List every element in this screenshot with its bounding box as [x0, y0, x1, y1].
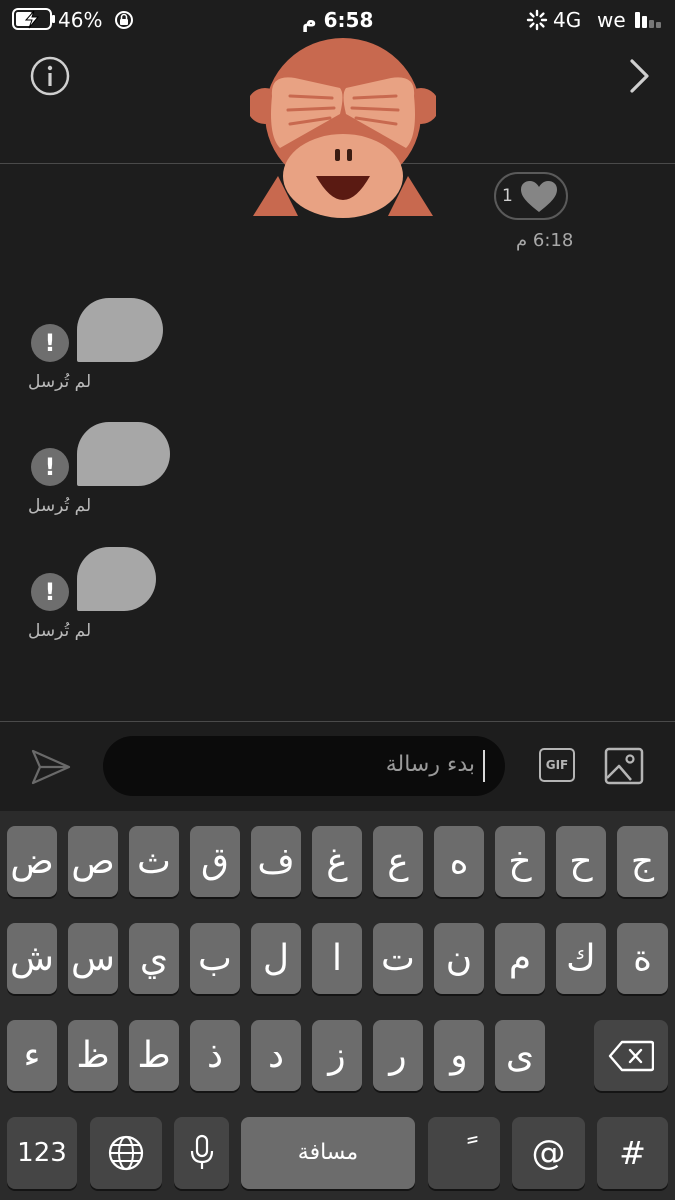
key[interactable]: ف: [251, 826, 301, 897]
key[interactable]: ك: [556, 923, 606, 994]
key[interactable]: ع: [373, 826, 423, 897]
chevron-right-icon: [630, 59, 649, 93]
battery-percent: 46%: [58, 8, 103, 32]
key[interactable]: ل: [251, 923, 301, 994]
globe-key[interactable]: [90, 1117, 162, 1189]
gif-icon: GIF: [539, 748, 575, 782]
not-sent-label: لم تُرسل: [28, 372, 92, 392]
text-caret: [483, 750, 485, 782]
message-bubble: [77, 422, 170, 486]
warning-icon[interactable]: !: [31, 324, 69, 362]
key[interactable]: ب: [190, 923, 240, 994]
image-icon: [604, 747, 644, 785]
key[interactable]: ق: [190, 826, 240, 897]
delete-key[interactable]: [594, 1020, 668, 1091]
clock: 6:58 م: [302, 8, 374, 32]
unsent-message[interactable]: ! لم تُرسل: [0, 545, 200, 645]
key[interactable]: ر: [373, 1020, 423, 1091]
key[interactable]: ة: [617, 923, 668, 994]
key[interactable]: ي: [129, 923, 179, 994]
image-button[interactable]: [604, 746, 644, 786]
info-button[interactable]: [30, 56, 70, 96]
message-time: 6:18 م: [516, 230, 574, 251]
key[interactable]: د: [251, 1020, 301, 1091]
dictation-key[interactable]: [174, 1117, 229, 1189]
send-button[interactable]: [30, 746, 72, 788]
key[interactable]: ن: [434, 923, 484, 994]
key[interactable]: ح: [556, 826, 606, 897]
diacritic-key[interactable]: ً: [428, 1117, 500, 1189]
unsent-message[interactable]: ! لم تُرسل: [0, 296, 200, 396]
key[interactable]: س: [68, 923, 118, 994]
signal-icon: [635, 12, 661, 28]
unsent-message[interactable]: ! لم تُرسل: [0, 420, 200, 520]
orientation-lock-icon: [115, 11, 133, 29]
message-bubble: [77, 298, 163, 362]
key[interactable]: ه: [434, 826, 484, 897]
key[interactable]: ا: [312, 923, 362, 994]
key[interactable]: ص: [68, 826, 118, 897]
battery-charging-icon: [12, 8, 55, 30]
message-input[interactable]: بدء رسالة: [103, 736, 505, 796]
key[interactable]: خ: [495, 826, 545, 897]
message-placeholder: بدء رسالة: [385, 752, 475, 777]
hash-key[interactable]: #: [597, 1117, 668, 1189]
key[interactable]: ث: [129, 826, 179, 897]
numbers-key[interactable]: 123: [7, 1117, 77, 1189]
key[interactable]: غ: [312, 826, 362, 897]
key[interactable]: ى: [495, 1020, 545, 1091]
message-bubble: [77, 547, 156, 611]
reaction-count: 1: [502, 186, 513, 206]
key[interactable]: ذ: [190, 1020, 240, 1091]
gif-button[interactable]: GIF: [537, 746, 577, 786]
heart-icon: [521, 181, 557, 212]
key[interactable]: ء: [7, 1020, 57, 1091]
send-icon: [31, 749, 71, 785]
key[interactable]: ض: [7, 826, 57, 897]
key[interactable]: ت: [373, 923, 423, 994]
status-bar: 46% 6:58 م 4G we: [0, 0, 675, 40]
tanween-key-label: ً: [428, 1117, 500, 1189]
key[interactable]: ز: [312, 1020, 362, 1091]
key[interactable]: ش: [7, 923, 57, 994]
globe-icon: [108, 1135, 144, 1171]
warning-icon[interactable]: !: [31, 573, 69, 611]
not-sent-label: لم تُرسل: [28, 496, 92, 516]
key[interactable]: و: [434, 1020, 484, 1091]
network-type: 4G: [553, 8, 582, 32]
activity-spinner-icon: [526, 9, 548, 31]
carrier-name: we: [597, 8, 626, 32]
space-key[interactable]: مسافة: [241, 1117, 415, 1189]
key[interactable]: م: [495, 923, 545, 994]
at-key[interactable]: @: [512, 1117, 585, 1189]
microphone-icon: [190, 1134, 213, 1169]
backspace-icon: [608, 1040, 655, 1072]
info-icon: [30, 56, 70, 96]
see-no-evil-monkey-sticker: [250, 38, 436, 218]
not-sent-label: لم تُرسل: [28, 621, 92, 641]
forward-button[interactable]: [625, 56, 655, 96]
key[interactable]: ظ: [68, 1020, 118, 1091]
warning-icon[interactable]: !: [31, 448, 69, 486]
key[interactable]: ج: [617, 826, 668, 897]
key[interactable]: ط: [129, 1020, 179, 1091]
